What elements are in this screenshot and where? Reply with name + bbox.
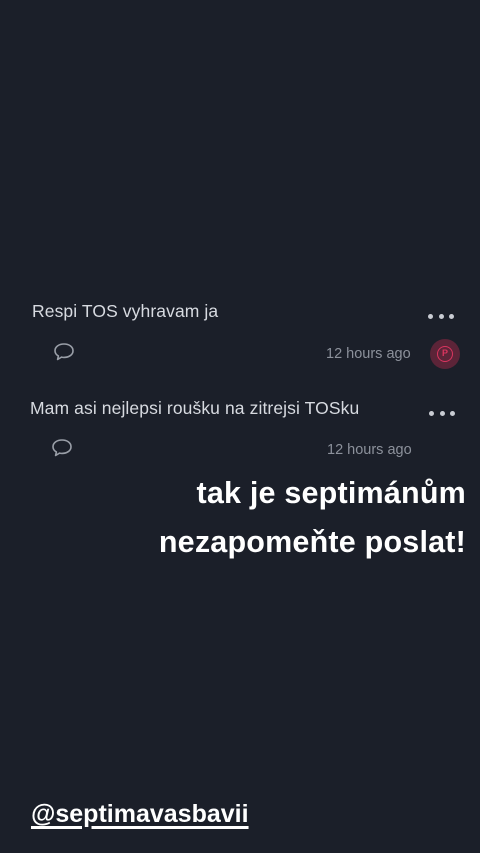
post-text: Mam asi nejlepsi roušku na zitrejsi TOSk… xyxy=(30,398,360,418)
story-caption-line-1: tak je septimánům xyxy=(196,476,466,510)
story-screen: Respi TOS vyhravam ja 12 hours ago P Mam… xyxy=(0,0,480,853)
post-timestamp: 12 hours ago xyxy=(327,442,412,458)
post-text: Respi TOS vyhravam ja xyxy=(32,301,219,321)
more-dots-icon[interactable] xyxy=(428,311,454,321)
mention-link[interactable]: @septimavasbavii xyxy=(31,800,249,829)
story-caption-line-2: nezapomeňte poslat! xyxy=(158,525,466,559)
comment-bubble-icon[interactable] xyxy=(53,342,75,362)
reaction-badge-icon[interactable]: P xyxy=(430,339,460,369)
post-timestamp: 12 hours ago xyxy=(326,346,411,362)
more-dots-icon[interactable] xyxy=(429,408,455,418)
comment-bubble-icon[interactable] xyxy=(51,438,73,458)
